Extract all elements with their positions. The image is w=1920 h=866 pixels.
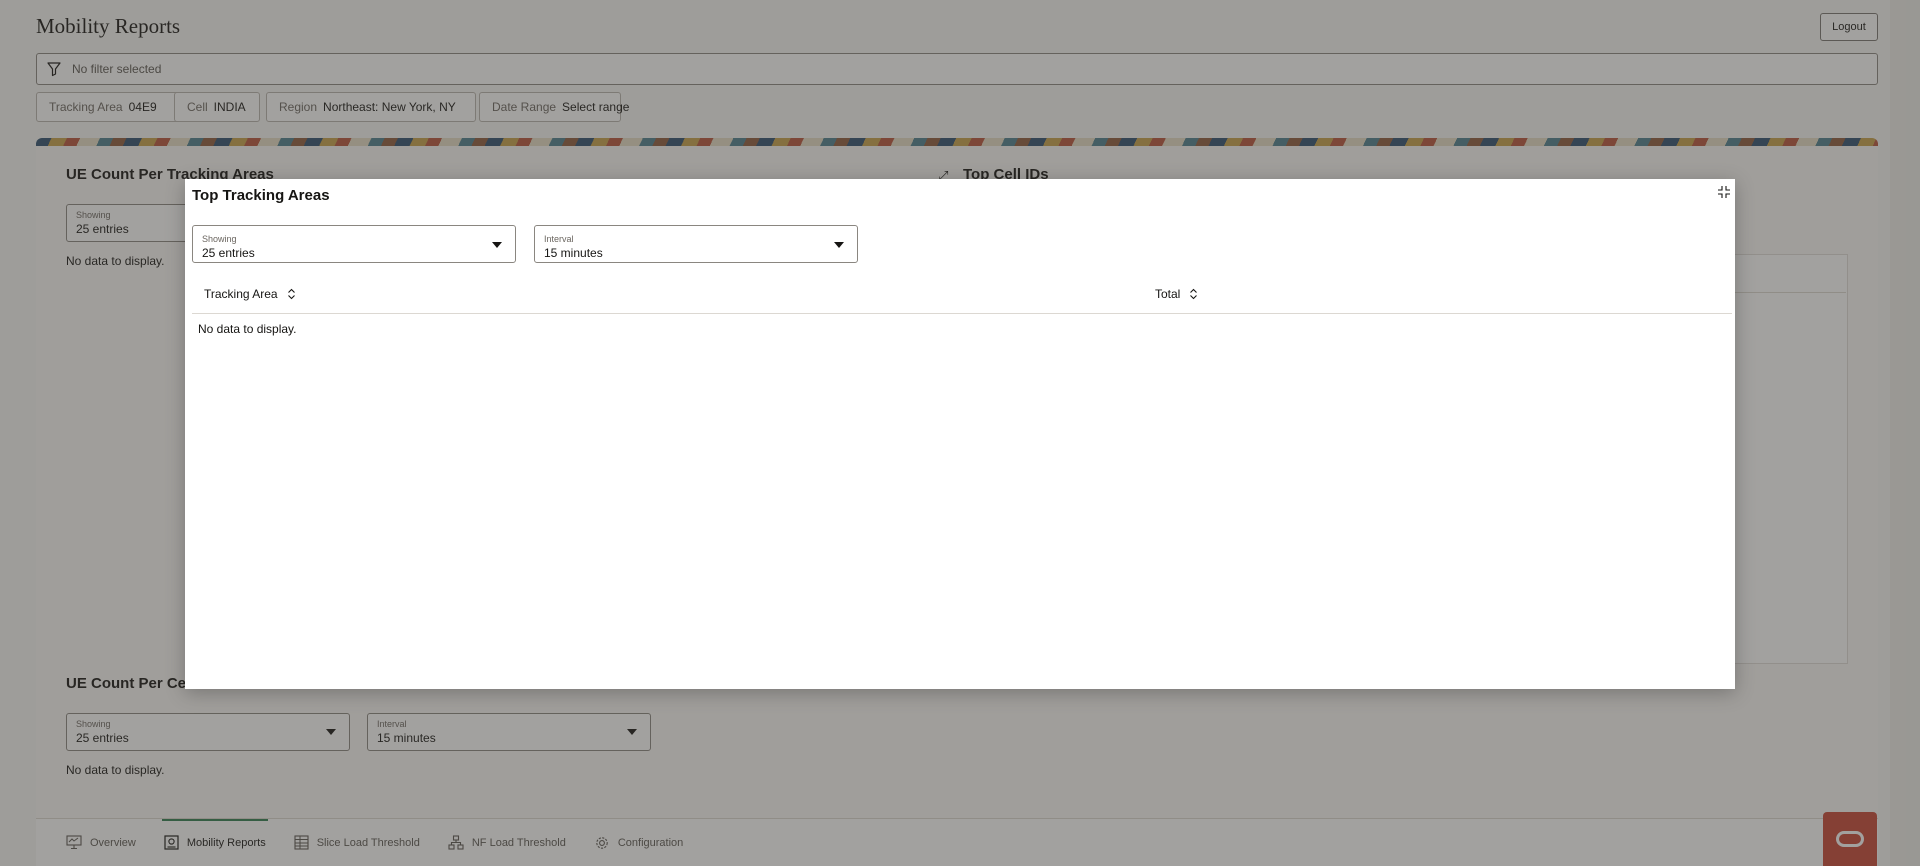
interval-select[interactable]: Interval 15 minutes	[534, 225, 858, 263]
sort-icon	[287, 288, 295, 300]
select-value: 25 entries	[202, 246, 255, 260]
column-header-total[interactable]: Total	[1155, 287, 1198, 301]
chevron-down-icon	[492, 242, 502, 248]
select-value: 15 minutes	[544, 246, 603, 260]
column-header-label: Total	[1155, 287, 1181, 301]
top-tracking-areas-dialog: Top Tracking Areas Showing 25 entries In…	[185, 179, 1735, 689]
dialog-title: Top Tracking Areas	[192, 187, 330, 204]
table-empty-message: No data to display.	[198, 322, 297, 336]
sort-icon	[1190, 288, 1198, 300]
table-header-divider	[192, 313, 1732, 314]
showing-select[interactable]: Showing 25 entries	[192, 225, 516, 263]
chevron-down-icon	[834, 242, 844, 248]
column-header-label: Tracking Area	[204, 287, 278, 301]
select-label: Interval	[544, 234, 574, 244]
column-header-tracking-area[interactable]: Tracking Area	[204, 287, 296, 301]
select-label: Showing	[202, 234, 237, 244]
collapse-icon[interactable]	[1717, 185, 1731, 199]
